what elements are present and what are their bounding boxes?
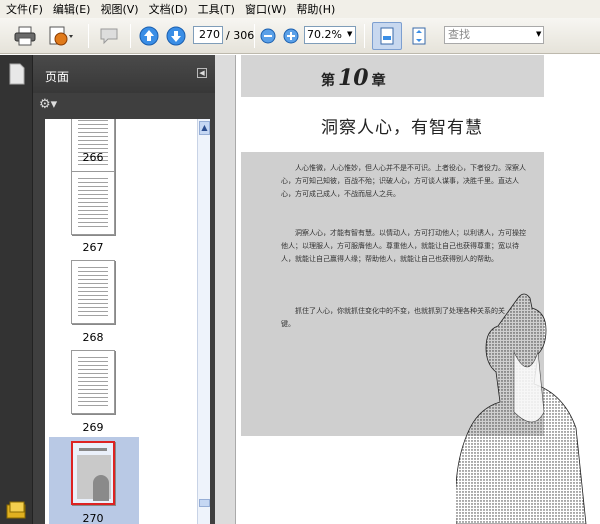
chevron-down-icon[interactable]: ▼ xyxy=(347,30,352,38)
page-total: / 306 xyxy=(226,29,255,42)
arrow-down-icon xyxy=(166,26,186,46)
scroll-up-icon[interactable]: ▲ xyxy=(199,121,210,135)
menu-bar: 文件(F) 编辑(E) 视图(V) 文档(D) 工具(T) 窗口(W) 帮助(H… xyxy=(0,0,600,18)
zoom-out-button[interactable] xyxy=(258,22,278,50)
sage-portrait-illustration xyxy=(456,293,587,524)
thumbnail-label: 266 xyxy=(82,151,104,164)
thumbnail-label: 268 xyxy=(82,331,104,344)
printer-icon xyxy=(14,26,36,46)
paragraph: 洞察人心，才能有智有慧。以情动人，方可打动他人；以利诱人，方可操控他人；以理服人… xyxy=(281,229,526,263)
fit-width-icon xyxy=(412,27,426,45)
thumbnail-label: 269 xyxy=(82,421,104,434)
zoom-in-icon xyxy=(283,28,299,44)
chapter-title: 洞察人心，有智有慧 xyxy=(321,118,483,138)
fit-width-button[interactable] xyxy=(406,22,432,50)
options-gear-icon[interactable]: ⚙▾ xyxy=(39,97,57,112)
chapter-heading: 第 10 章 xyxy=(321,65,386,91)
previous-page-button[interactable] xyxy=(137,22,161,50)
document-area: 第 10 章 洞察人心，有智有慧 人心惟微，人心惟妙，但人心并不是不可识。上者役心，… xyxy=(215,55,600,524)
menu-help[interactable]: 帮助(H) xyxy=(294,1,341,17)
thumbnail-label: 270 xyxy=(82,512,104,524)
scroll-thumb[interactable] xyxy=(199,499,210,507)
zoom-in-button[interactable] xyxy=(281,22,301,50)
next-page-button[interactable] xyxy=(164,22,188,50)
create-button[interactable] xyxy=(45,22,77,50)
thumbnail-list[interactable]: 266 267 268 269 270 ▲ xyxy=(45,119,210,524)
panel-title: 页面 xyxy=(45,70,70,84)
search-input[interactable]: 查找 xyxy=(444,26,544,44)
search-dropdown-icon[interactable]: ▼ xyxy=(536,30,541,38)
chapter-band: 第 10 章 xyxy=(241,55,544,97)
thumbnail-page[interactable] xyxy=(71,171,115,235)
page-number-input[interactable]: 270 xyxy=(193,26,223,44)
paragraph: 人心惟微，人心惟妙，但人心并不是不可识。上者役心，下者役力。深察人心，方可知己知… xyxy=(281,164,526,198)
comment-button[interactable] xyxy=(95,22,125,50)
arrow-up-icon xyxy=(139,26,159,46)
attachments-icon[interactable] xyxy=(6,501,28,519)
zoom-out-icon xyxy=(260,28,276,44)
fit-page-button[interactable] xyxy=(372,22,402,50)
document-page: 第 10 章 洞察人心，有智有慧 人心惟微，人心惟妙，但人心并不是不可识。上者役心，… xyxy=(235,55,600,524)
menu-view[interactable]: 视图(V) xyxy=(98,1,144,17)
create-pdf-icon xyxy=(49,26,73,46)
thumbnail-page[interactable] xyxy=(71,119,115,173)
menu-window[interactable]: 窗口(W) xyxy=(243,1,292,17)
thumbnail-scrollbar[interactable]: ▲ xyxy=(197,119,210,524)
chapter-prefix: 第 xyxy=(321,73,335,89)
comment-icon xyxy=(100,28,118,45)
chapter-number: 10 xyxy=(338,65,369,91)
menu-document[interactable]: 文档(D) xyxy=(147,1,194,17)
navigation-strip xyxy=(0,55,33,524)
toolbar: 270 / 306 70.2% ▼ 查找 ▼ xyxy=(0,18,600,54)
chapter-suffix: 章 xyxy=(371,73,386,89)
panel-header: 页面 ◀ xyxy=(33,55,215,93)
menu-file[interactable]: 文件(F) xyxy=(4,1,49,17)
pages-panel: 页面 ◀ ⚙▾ 266 267 268 269 270 ▲ xyxy=(33,55,215,524)
menu-edit[interactable]: 编辑(E) xyxy=(51,1,97,17)
thumbnail-label: 267 xyxy=(82,241,104,254)
print-button[interactable] xyxy=(12,22,38,50)
pages-icon[interactable] xyxy=(8,63,26,85)
panel-collapse-icon[interactable]: ◀ xyxy=(197,68,207,78)
fit-page-icon xyxy=(380,27,394,45)
thumbnail-page-selected[interactable] xyxy=(71,441,115,505)
thumbnail-page[interactable] xyxy=(71,260,115,324)
thumbnail-page[interactable] xyxy=(71,350,115,414)
menu-tools[interactable]: 工具(T) xyxy=(196,1,241,17)
